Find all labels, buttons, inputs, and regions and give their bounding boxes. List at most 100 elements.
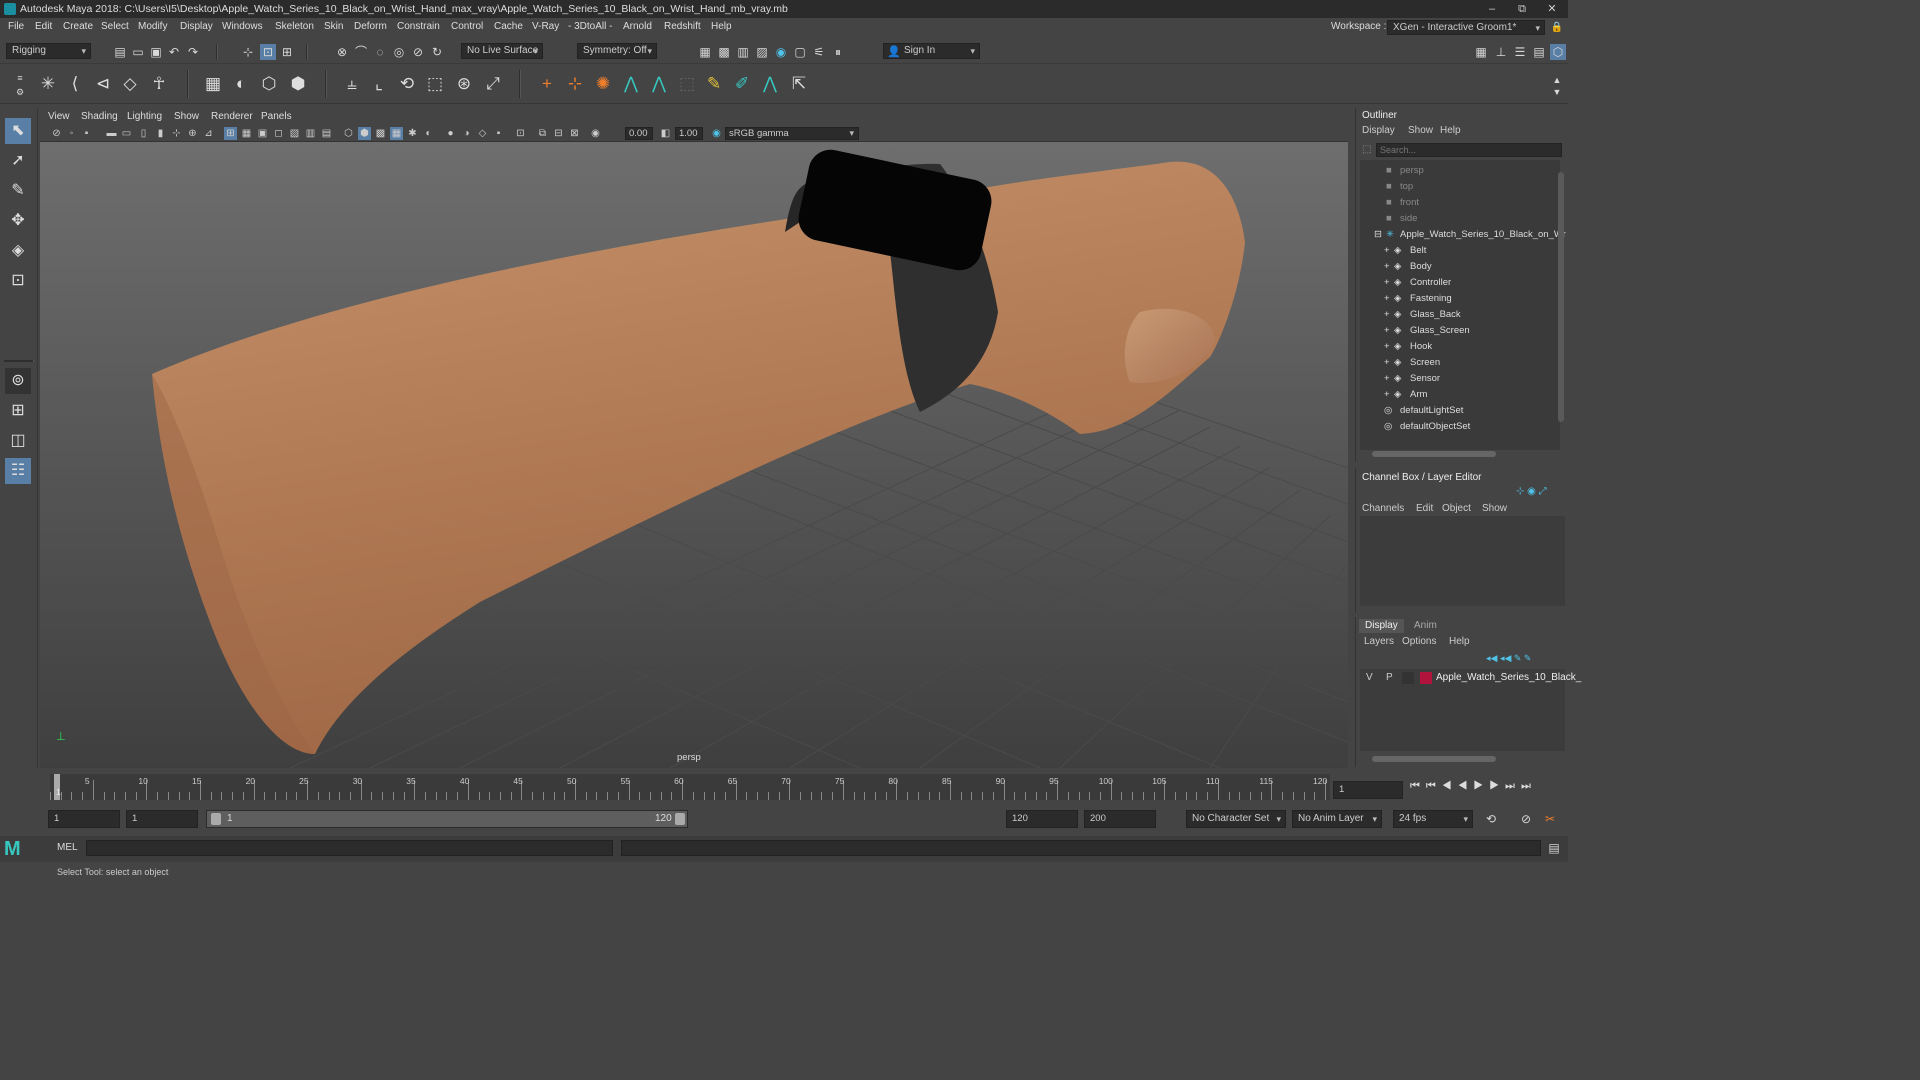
select-hierarchy-icon[interactable]: ⊹ bbox=[240, 44, 256, 60]
range-end-handle[interactable] bbox=[675, 813, 685, 825]
xray-active-components-icon[interactable]: ◇ bbox=[476, 127, 489, 140]
outliner-menu-display[interactable]: Display bbox=[1362, 125, 1395, 136]
panel-menu-show[interactable]: Show bbox=[174, 111, 199, 122]
single-perspective-layout-icon[interactable]: ⊚ bbox=[5, 368, 31, 394]
outliner-item-group[interactable]: ⊟ ✳ Apple_Watch_Series_10_Black_on_Wr bbox=[1360, 227, 1566, 243]
image-plane-icon[interactable]: ▬ bbox=[105, 127, 118, 140]
playback-controls-icons[interactable]: ⏮⏮◀◀▶▶⏭⏭ bbox=[1410, 780, 1537, 793]
channel-box-menu-edit[interactable]: Edit bbox=[1416, 503, 1433, 514]
color-space-dropdown[interactable]: sRGB gamma bbox=[725, 127, 859, 140]
gamma-field[interactable]: 1.00 bbox=[675, 127, 703, 140]
gate-mask-icon[interactable]: ▮ bbox=[154, 127, 167, 140]
hypershade-icon[interactable]: ◉ bbox=[773, 44, 789, 60]
outliner-item-hook[interactable]: + ◈ Hook bbox=[1360, 339, 1560, 355]
current-frame-field[interactable]: 1 bbox=[1333, 781, 1403, 799]
channel-box-toggle-icon[interactable]: ▤ bbox=[1531, 44, 1547, 60]
character-set-dropdown[interactable]: No Character Set bbox=[1186, 810, 1286, 828]
outliner-item-side[interactable]: ■ side bbox=[1360, 211, 1560, 227]
camera-select-icon[interactable]: ⊘ bbox=[50, 127, 63, 140]
shadows-icon[interactable]: ⬢ bbox=[358, 127, 371, 140]
outliner-item-controller[interactable]: + ◈ Controller bbox=[1360, 275, 1560, 291]
four-view-layout-icon[interactable]: ⊞ bbox=[5, 398, 31, 424]
menu-3dtoall[interactable]: - 3DtoAll - bbox=[568, 21, 612, 32]
panel-menu-shading[interactable]: Shading bbox=[81, 111, 118, 122]
outliner-item-sensor[interactable]: + ◈ Sensor bbox=[1360, 371, 1560, 387]
component-editor-icon[interactable]: ✐ bbox=[731, 72, 753, 96]
outliner-item-glass-back[interactable]: + ◈ Glass_Back bbox=[1360, 307, 1560, 323]
restore-button[interactable]: ⧉ bbox=[1507, 0, 1537, 18]
layer-visibility-toggle[interactable]: V bbox=[1366, 672, 1373, 683]
aim-constraint-icon[interactable]: ⌞ bbox=[368, 72, 390, 96]
shelf-settings-icon[interactable]: ⚙ bbox=[12, 84, 28, 100]
outliner-item-screen[interactable]: + ◈ Screen bbox=[1360, 355, 1560, 371]
menu-constrain[interactable]: Constrain bbox=[397, 21, 440, 32]
xray-icon[interactable]: ⬡ bbox=[342, 127, 355, 140]
menu-select[interactable]: Select bbox=[101, 21, 129, 32]
rotate-tool-icon[interactable]: ◈ bbox=[5, 238, 31, 264]
outliner-item-glass-screen[interactable]: + ◈ Glass_Screen bbox=[1360, 323, 1560, 339]
layer-hscrollbar[interactable] bbox=[1372, 756, 1496, 762]
quick-rig-icon[interactable]: ⋀ bbox=[620, 72, 642, 96]
ik-spline-icon[interactable]: ⊲ bbox=[92, 72, 114, 96]
shelf-scroll-down-icon[interactable]: ▼ bbox=[1549, 84, 1565, 100]
motion-blur-icon[interactable]: ▦ bbox=[390, 127, 403, 140]
select-object-icon[interactable]: ⊡ bbox=[260, 44, 276, 60]
outliner-item-persp[interactable]: ■ persp bbox=[1360, 163, 1560, 179]
lasso-tool-icon[interactable]: ➚ bbox=[5, 148, 31, 174]
menu-edit[interactable]: Edit bbox=[35, 21, 52, 32]
layer-name[interactable]: Apple_Watch_Series_10_Black_ bbox=[1436, 672, 1581, 683]
paint-weights-icon[interactable]: ✎ bbox=[703, 72, 725, 96]
menu-modify[interactable]: Modify bbox=[138, 21, 167, 32]
save-scene-icon[interactable]: ▣ bbox=[148, 44, 164, 60]
render-view-icon[interactable]: ▩ bbox=[716, 44, 732, 60]
move-tool-icon[interactable]: ✥ bbox=[5, 208, 31, 234]
channel-box-icons[interactable]: ⊹ ◉ ⤢ bbox=[1516, 486, 1547, 497]
xgen-icon[interactable]: ⬡ bbox=[1550, 44, 1566, 60]
wireframe-icon[interactable]: ▦ bbox=[240, 127, 253, 140]
scale-constraint-icon[interactable]: ⬚ bbox=[424, 72, 446, 96]
panel-menu-renderer[interactable]: Renderer bbox=[211, 111, 253, 122]
undo-icon[interactable]: ↶ bbox=[166, 44, 182, 60]
outliner-item-top[interactable]: ■ top bbox=[1360, 179, 1560, 195]
depth-of-field-icon[interactable]: ◐ bbox=[422, 127, 435, 140]
range-slider[interactable]: 1 120 bbox=[206, 810, 688, 828]
modeling-toolkit-icon[interactable]: ▦ bbox=[1473, 44, 1489, 60]
live-surface-field[interactable]: No Live Surface bbox=[461, 43, 543, 59]
resolution-gate-icon[interactable]: ▯ bbox=[137, 127, 150, 140]
new-scene-icon[interactable]: ▤ bbox=[112, 44, 128, 60]
color-management-icon[interactable]: ◉ bbox=[710, 127, 723, 140]
layer-action-icons[interactable]: ◂◀ ◂◀ ✎ ✎ bbox=[1486, 653, 1531, 664]
playback-end-field[interactable]: 120 bbox=[1006, 810, 1078, 828]
outliner-filter-icon[interactable]: ⬚ bbox=[1362, 144, 1371, 155]
cluster-icon[interactable]: ▦ bbox=[202, 72, 224, 96]
layer-playback-toggle[interactable]: P bbox=[1386, 672, 1393, 683]
arm-model[interactable] bbox=[152, 161, 1245, 755]
select-tool-icon[interactable]: ⬉ bbox=[5, 118, 31, 144]
symmetry-dropdown[interactable]: Symmetry: Off bbox=[577, 43, 657, 59]
backface-culling-icon[interactable]: ▪ bbox=[492, 127, 505, 140]
channel-box-menu-show[interactable]: Show bbox=[1482, 503, 1507, 514]
shaded-wireframe-icon[interactable]: ▧ bbox=[288, 127, 301, 140]
outliner-menu-help[interactable]: Help bbox=[1440, 125, 1461, 136]
two-view-layout-icon[interactable]: ◫ bbox=[5, 428, 31, 454]
panel-menu-panels[interactable]: Panels bbox=[261, 111, 292, 122]
isolate-view-icon[interactable]: ⊡ bbox=[514, 127, 527, 140]
menu-control[interactable]: Control bbox=[451, 21, 483, 32]
parent-constraint-icon[interactable]: ⊛ bbox=[453, 72, 475, 96]
outliner-hscrollbar[interactable] bbox=[1372, 451, 1496, 457]
menuset-dropdown[interactable]: Rigging bbox=[6, 43, 91, 59]
camera-gate-icon[interactable]: ⧉ bbox=[536, 127, 549, 140]
gamma-icon[interactable]: ◧ bbox=[659, 127, 672, 140]
paint-select-tool-icon[interactable]: ✎ bbox=[5, 178, 31, 204]
grid-icon[interactable]: ⊞ bbox=[224, 127, 237, 140]
pole-vector-icon[interactable]: ⤢ bbox=[482, 72, 504, 96]
field-chart-icon[interactable]: ⊹ bbox=[170, 127, 183, 140]
menu-redshift[interactable]: Redshift bbox=[664, 21, 701, 32]
locator-offset-icon[interactable]: ⊹ bbox=[564, 72, 586, 96]
anim-prefs-icon[interactable]: ✂ bbox=[1542, 811, 1558, 827]
outliner-layout-icon[interactable]: ☷ bbox=[5, 458, 31, 484]
safe-title-icon[interactable]: ⊿ bbox=[202, 127, 215, 140]
bind-skin-icon[interactable]: ◇ bbox=[119, 72, 141, 96]
channel-box-menu-channels[interactable]: Channels bbox=[1362, 503, 1404, 514]
isolate-select-icon[interactable]: ● bbox=[444, 127, 457, 140]
